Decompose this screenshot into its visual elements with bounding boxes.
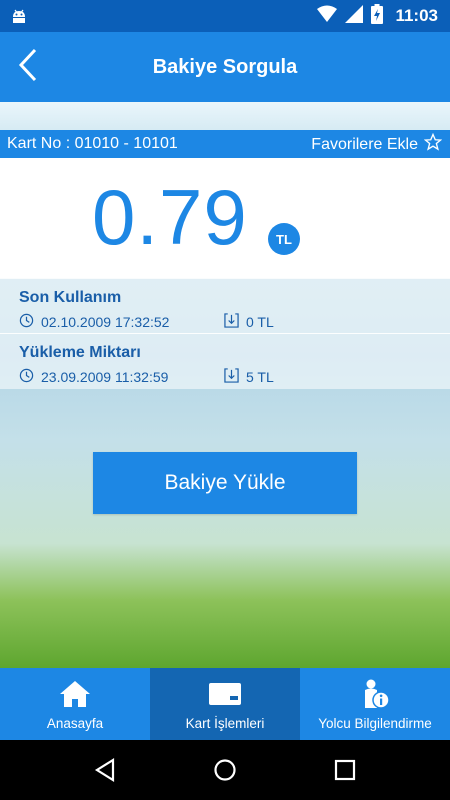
battery-charging-icon xyxy=(371,3,384,29)
bottom-nav: Anasayfa Kart İşlemleri Yolcu Bilgilendi… xyxy=(0,668,450,740)
home-circle-icon[interactable] xyxy=(205,750,245,790)
clock-icon xyxy=(19,313,34,331)
favorite-label: Favorilere Ekle xyxy=(311,135,418,153)
download-tray-icon xyxy=(224,368,239,386)
card-number: Kart No : 01010 - 10101 xyxy=(7,135,178,152)
load-balance-button[interactable]: Bakiye Yükle xyxy=(93,452,357,514)
recents-square-icon[interactable] xyxy=(325,750,365,790)
star-outline-icon xyxy=(423,132,443,156)
last-usage-label: Son Kullanım xyxy=(19,289,122,306)
status-bar: 11:03 xyxy=(0,0,450,32)
balance-panel: 0.79 TL xyxy=(0,158,450,278)
last-usage-block: Son Kullanım 02.10.2009 17:32:52 0 TL xyxy=(19,289,439,335)
signal-icon xyxy=(345,4,364,28)
transaction-info-panel: Son Kullanım 02.10.2009 17:32:52 0 TL Yü… xyxy=(0,278,450,389)
nav-label-home: Anasayfa xyxy=(46,715,104,731)
card-info-bar: Kart No : 01010 - 10101 Favorilere Ekle xyxy=(0,130,450,158)
back-triangle-icon[interactable] xyxy=(85,750,125,790)
last-usage-amount: 0 TL xyxy=(246,314,274,330)
currency-badge: TL xyxy=(268,223,300,255)
passenger-info-icon xyxy=(359,678,391,710)
nav-item-home[interactable]: Anasayfa xyxy=(0,668,150,740)
last-usage-datetime: 02.10.2009 17:32:52 xyxy=(41,314,170,330)
nav-item-passenger-info[interactable]: Yolcu Bilgilendirme xyxy=(300,668,450,740)
last-load-label: Yükleme Miktarı xyxy=(19,344,141,361)
system-nav-bar xyxy=(0,740,450,800)
last-load-amount: 5 TL xyxy=(246,369,274,385)
nav-label-card-operations: Kart İşlemleri xyxy=(185,715,265,731)
card-icon xyxy=(208,678,242,710)
download-tray-icon xyxy=(224,313,239,331)
content-area: Kart No : 01010 - 10101 Favorilere Ekle … xyxy=(0,102,450,668)
nav-item-card-operations[interactable]: Kart İşlemleri xyxy=(150,668,300,740)
page-title: Bakiye Sorgula xyxy=(152,56,298,78)
app-bar: Bakiye Sorgula xyxy=(0,32,450,102)
nav-label-passenger-info: Yolcu Bilgilendirme xyxy=(318,715,432,731)
status-time: 11:03 xyxy=(395,6,438,25)
last-load-datetime: 23.09.2009 11:32:59 xyxy=(41,369,169,385)
balance-amount: 0.79 xyxy=(92,173,248,261)
info-divider xyxy=(0,333,450,334)
android-icon xyxy=(10,7,28,30)
wifi-icon xyxy=(317,5,338,28)
last-load-block: Yükleme Miktarı 23.09.2009 11:32:59 5 TL xyxy=(19,344,439,390)
clock-icon xyxy=(19,368,34,386)
home-icon xyxy=(59,678,91,710)
background-haze xyxy=(0,102,450,132)
add-favorite-button[interactable]: Favorilere Ekle xyxy=(311,132,443,156)
